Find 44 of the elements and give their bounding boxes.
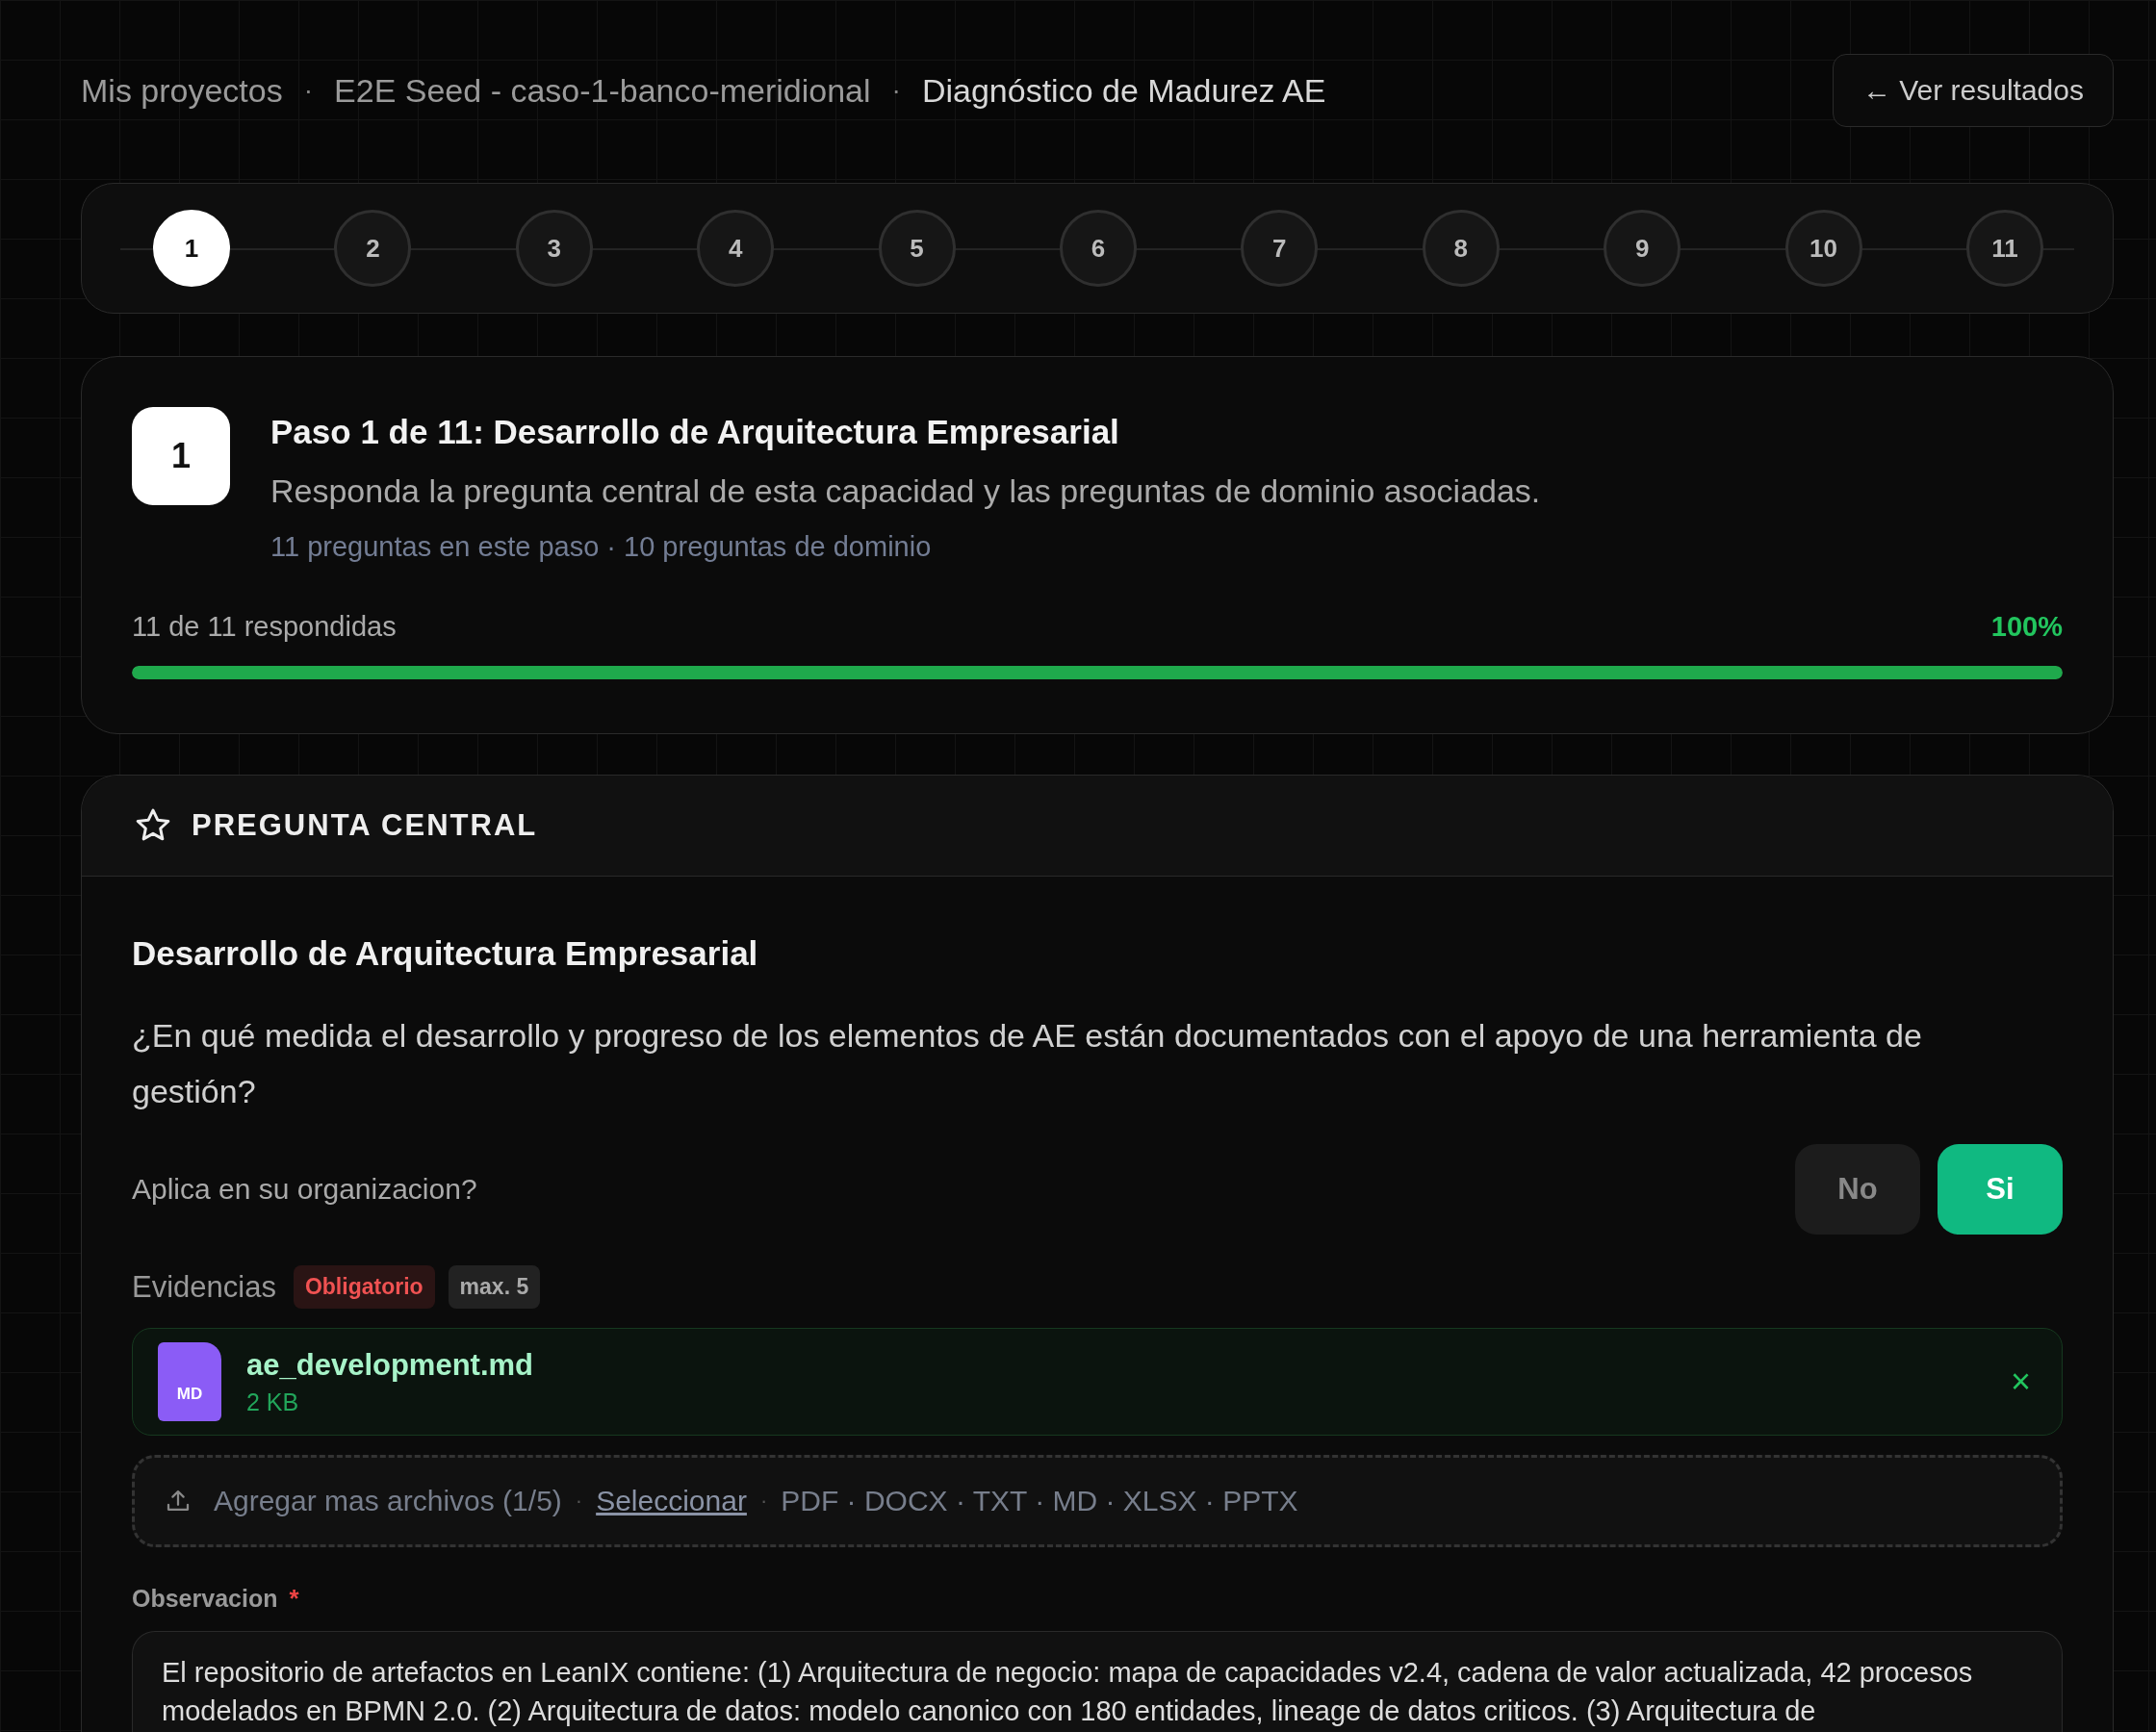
breadcrumb-link[interactable]: E2E Seed - caso-1-banco-meridional (334, 71, 871, 110)
limit-badge: max. 5 (448, 1265, 541, 1309)
step-button[interactable]: 1 (153, 210, 230, 287)
step-button[interactable]: 4 (697, 210, 775, 287)
upload-dropzone[interactable]: Agregar mas archivos (1/5) · Seleccionar · PDF · DOCX · TXT · MD · XLSX · PPTX (132, 1455, 2063, 1547)
breadcrumb-separator: · (891, 75, 901, 106)
separator-dot: · (575, 1489, 583, 1514)
step-button[interactable]: 9 (1604, 210, 1681, 287)
question-text: ¿En qué medida el desarrollo y progreso de los elementos de AE están documentados con el apoyo de una herramienta de gestión? (132, 1016, 1923, 1111)
step-number-badge: 1 (132, 407, 230, 505)
file-size: 2 KB (246, 1388, 300, 1416)
step-button[interactable]: 7 (1241, 210, 1319, 287)
back-button[interactable]: ← Ver resultados (1832, 54, 2114, 127)
file-formats-text: PDF · DOCX · TXT · MD · XLSX · PPTX (781, 1485, 1298, 1517)
progress-label: 11 de 11 respondidas (132, 611, 397, 643)
section-header: PREGUNTA CENTRAL (192, 808, 538, 843)
required-badge: Obligatorio (293, 1265, 435, 1309)
step-button[interactable]: 2 (334, 210, 412, 287)
applies-label: Aplica en su organizacion? (132, 1173, 477, 1206)
step-button[interactable]: 6 (1059, 210, 1137, 287)
step-button[interactable]: 8 (1422, 210, 1500, 287)
answer-option-button[interactable]: No (1795, 1144, 1920, 1235)
evidence-label: Evidencias (132, 1269, 276, 1305)
step-button[interactable]: 3 (515, 210, 593, 287)
remove-file-button[interactable]: × (2006, 1362, 2035, 1402)
separator-dot: · (759, 1489, 768, 1514)
question-title: Desarrollo de Arquitectura Empresarial (132, 934, 759, 973)
file-name: ae_development.md (246, 1347, 535, 1383)
step-title: Paso 1 de 11: Desarrollo de Arquitectura Empresarial (270, 413, 1120, 451)
step-meta-text: 11 preguntas en este paso · 10 preguntas de dominio (270, 531, 933, 563)
step-button[interactable]: 11 (1965, 210, 2043, 287)
required-mark: * (289, 1584, 299, 1614)
breadcrumb-link[interactable]: Diagnóstico de Madurez AE (921, 71, 1326, 110)
file-icon: MD (158, 1342, 221, 1421)
progress-percent: 100% (1990, 611, 2063, 643)
breadcrumb-link[interactable]: Mis proyectos (81, 71, 283, 110)
observation-label: Observacion (132, 1585, 278, 1613)
observation-field[interactable]: El repositorio de artefactos en LeanIX contiene: (1) Arquitectura de negocio: mapa de capacidades v2.4, cadena de valor actualizada, 42 procesos modelados en BPMN 2.0. (2) Arquitectura de datos: modelo canonico con 180 entidades, lineage de datos criticos. (3) Arquitectura de (132, 1631, 2063, 1732)
step-button[interactable]: 10 (1784, 210, 1862, 287)
breadcrumb-separator: · (303, 75, 314, 106)
select-link[interactable]: Seleccionar (596, 1485, 747, 1517)
step-button[interactable]: 5 (878, 210, 956, 287)
step-subtitle: Responda la pregunta central de esta capacidad y las preguntas de dominio asociadas. (270, 472, 1541, 510)
dropzone-text: Agregar mas archivos (1/5) (214, 1485, 562, 1517)
